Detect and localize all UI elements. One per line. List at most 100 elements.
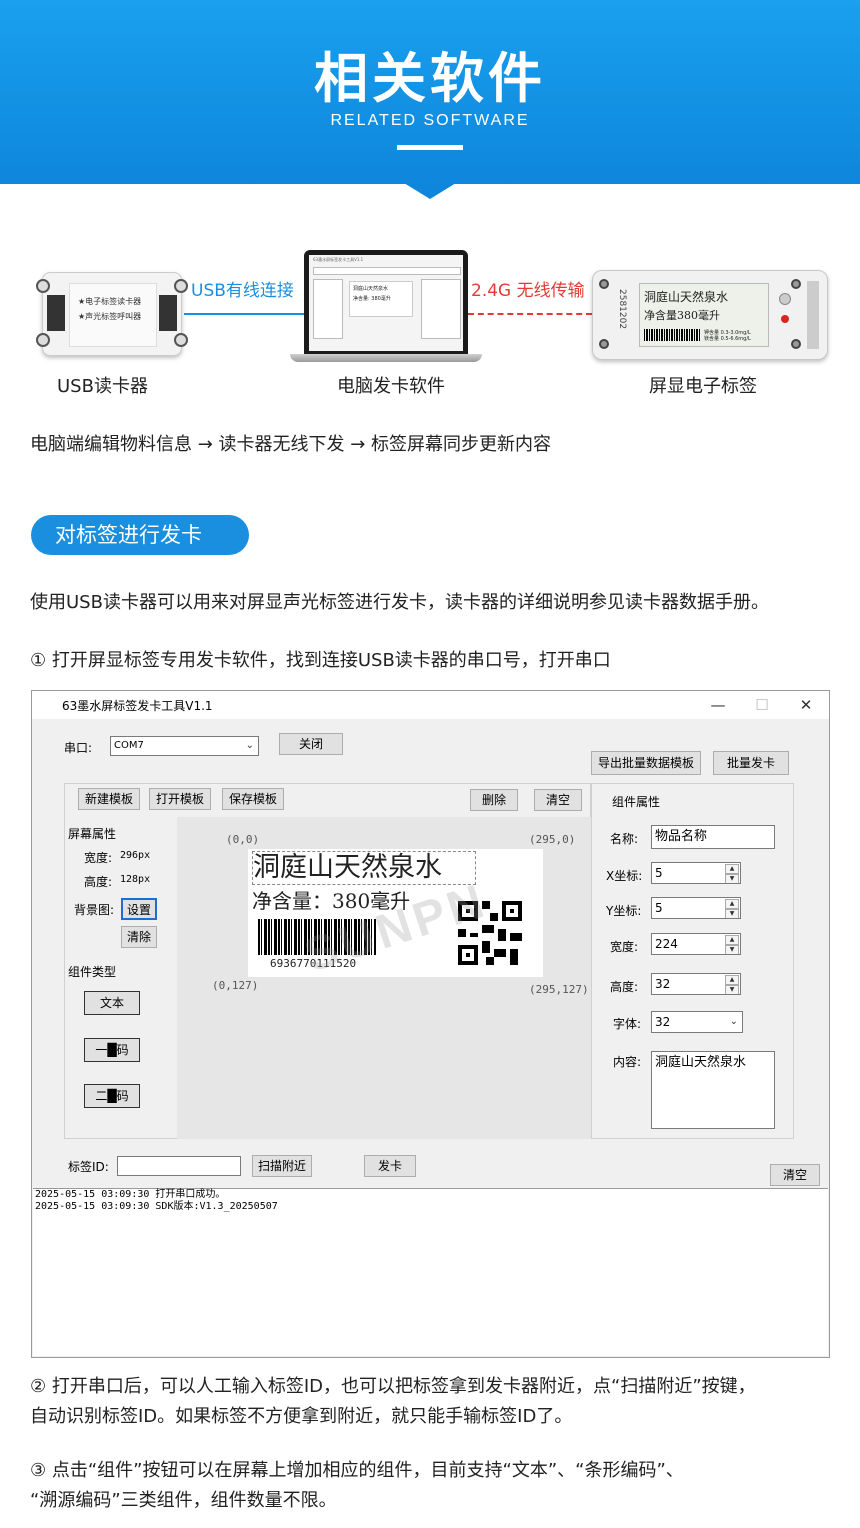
width-value: 224: [655, 937, 678, 951]
coord-bottom-right: (295,127): [529, 983, 589, 996]
serial-port-select[interactable]: COM7 ⌄: [110, 736, 259, 756]
laptop-app-thumbnail: 63墨水屏标签发卡工具V1.1 洞庭山天然泉水 净含量: 380毫升: [309, 255, 463, 351]
font-label: 字体:: [613, 1017, 642, 1031]
component-types-heading: 组件类型: [68, 965, 117, 979]
banner-notch: [404, 183, 456, 199]
y-coord-stepper[interactable]: 5 ▲ ▼: [651, 897, 741, 919]
paragraph-step2-line1: ② 打开串口后，可以人工输入标签ID，也可以把标签拿到发卡器附近，点“扫描附近”…: [30, 1376, 756, 1397]
rf-link-label: 2.4G 无线传输: [471, 281, 585, 301]
height-stepper[interactable]: 32 ▲ ▼: [651, 973, 741, 995]
screw-icon: [599, 339, 609, 349]
tag-screen: 洞庭山天然泉水 净含量380毫升 钾含量 0.3-3.0mg/L 镁含量 0.5…: [639, 283, 769, 347]
new-template-button[interactable]: 新建模板: [78, 788, 140, 810]
usb-link-label: USB有线连接: [191, 281, 294, 301]
screw-icon: [791, 339, 801, 349]
height-value: 32: [655, 977, 671, 991]
tag-led-icon: [781, 315, 789, 323]
screw-icon: [36, 279, 50, 293]
tag-screen-line2: 净含量380毫升: [644, 309, 720, 322]
thumb-card-line: 洞庭山天然泉水: [353, 286, 389, 292]
content-label: 内容:: [613, 1055, 642, 1069]
scan-nearby-button[interactable]: 扫描附近: [252, 1155, 312, 1177]
usb-link-line: [184, 313, 304, 315]
paragraph-step1: ① 打开屏显标签专用发卡软件，找到连接USB读卡器的串口号，打开串口: [30, 650, 611, 671]
clear-canvas-button[interactable]: 清空: [534, 789, 582, 811]
screw-icon: [791, 279, 801, 289]
window-title: 63墨水屏标签发卡工具V1.1: [62, 699, 213, 713]
caption-pc-software: 电脑发卡软件: [337, 376, 445, 397]
thumb-toolbar: [313, 267, 461, 275]
usb-port-icon: [159, 295, 177, 331]
log-line: 2025-05-15 03:09:30 SDK版本:V1.3_20250507: [35, 1201, 278, 1212]
paragraph-intro: 使用USB读卡器可以用来对屏显声光标签进行发卡，读卡器的详细说明参见读卡器数据手…: [30, 592, 769, 613]
tag-mini-text: 钾含量 0.3-3.0mg/L 镁含量 0.5-6.6mg/L: [704, 330, 751, 342]
reader-panel: ★电子标签读卡器 ★声光标签呼叫器: [69, 283, 157, 347]
thumb-label-card: 洞庭山天然泉水 净含量: 380毫升: [349, 281, 413, 317]
screw-icon: [174, 279, 188, 293]
stepper-arrows-icon[interactable]: ▲ ▼: [725, 935, 739, 954]
add-text-button[interactable]: 文本: [84, 991, 140, 1015]
maximize-icon[interactable]: ☐: [742, 694, 782, 716]
batch-issue-button[interactable]: 批量发卡: [713, 751, 789, 775]
minimize-icon[interactable]: —: [698, 694, 738, 716]
delete-button[interactable]: 删除: [470, 789, 518, 811]
font-size-select[interactable]: 32 ⌄: [651, 1011, 743, 1033]
coord-bottom-left: (0,127): [212, 979, 259, 992]
export-template-button[interactable]: 导出批量数据模板: [591, 751, 701, 775]
thumb-card-line: 净含量: 380毫升: [353, 296, 391, 302]
coord-top-right: (295,0): [529, 833, 576, 846]
tag-side-rail: [807, 281, 819, 349]
close-port-button[interactable]: 关闭: [279, 733, 343, 755]
section-pill: 对标签进行发卡: [31, 515, 249, 555]
content-textarea[interactable]: 洞庭山天然泉水: [651, 1051, 775, 1129]
thumb-left-panel: [313, 279, 343, 339]
x-coord-label: X坐标:: [606, 869, 643, 883]
banner-underline: [397, 145, 463, 150]
reader-panel-line: ★声光标签呼叫器: [78, 312, 142, 321]
component-props-heading: 组件属性: [612, 795, 661, 809]
issue-card-button[interactable]: 发卡: [364, 1155, 416, 1177]
width-label: 宽度:: [610, 940, 639, 954]
tag-id-label: 标签ID:: [68, 1160, 109, 1174]
screen-height-label: 高度:: [84, 875, 113, 889]
banner-subtitle: RELATED SOFTWARE: [330, 112, 530, 129]
banner-title: 相关软件: [314, 47, 546, 110]
tag-button-icon: [779, 293, 791, 305]
paragraph-step3-line1: ③ 点击“组件”按钮可以在屏幕上增加相应的组件，目前支持“文本”、“条形编码”、: [30, 1460, 684, 1481]
stepper-arrows-icon[interactable]: ▲ ▼: [725, 864, 739, 883]
tag-barcode: [644, 329, 700, 341]
open-template-button[interactable]: 打开模板: [149, 788, 211, 810]
clear-log-button[interactable]: 清空: [770, 1164, 820, 1186]
font-size-value: 32: [655, 1015, 671, 1029]
name-input[interactable]: 物品名称: [651, 825, 775, 849]
coord-top-left: (0,0): [226, 833, 260, 846]
laptop-app-title: 63墨水屏标签发卡工具V1.1: [313, 257, 364, 262]
add-qrcode-button[interactable]: 二█码: [84, 1084, 140, 1108]
save-template-button[interactable]: 保存模板: [222, 788, 284, 810]
screw-icon: [174, 333, 188, 347]
usb-port-icon: [47, 295, 65, 331]
clear-background-button[interactable]: 清除: [121, 926, 157, 948]
y-coord-value: 5: [655, 901, 663, 915]
log-line: 2025-05-15 03:09:30 打开串口成功。: [35, 1189, 226, 1200]
serial-port-label: 串口:: [64, 741, 93, 755]
e-paper-tag-device: 2581202 洞庭山天然泉水 净含量380毫升 钾含量 0.3-3.0mg/L…: [592, 270, 828, 360]
tag-id-input[interactable]: [117, 1156, 241, 1176]
close-icon[interactable]: ✕: [786, 694, 826, 716]
log-output[interactable]: 2025-05-15 03:09:30 打开串口成功。 2025-05-15 0…: [33, 1188, 828, 1356]
y-coord-label: Y坐标:: [606, 904, 642, 918]
laptop-base: [290, 354, 482, 362]
x-coord-stepper[interactable]: 5 ▲ ▼: [651, 862, 741, 884]
background-image-label: 背景图:: [74, 903, 115, 917]
chevron-down-icon: ⌄: [245, 740, 254, 751]
stepper-arrows-icon[interactable]: ▲ ▼: [725, 899, 739, 918]
tag-screen-line1: 洞庭山天然泉水: [644, 290, 729, 304]
width-stepper[interactable]: 224 ▲ ▼: [651, 933, 741, 955]
name-label: 名称:: [610, 832, 639, 846]
add-barcode-button[interactable]: 一█码: [84, 1038, 140, 1062]
screw-icon: [599, 279, 609, 289]
usb-reader-device: ★电子标签读卡器 ★声光标签呼叫器: [36, 272, 188, 356]
set-background-button[interactable]: 设置: [121, 898, 157, 920]
stepper-arrows-icon[interactable]: ▲ ▼: [725, 975, 739, 994]
preview-text-component[interactable]: 洞庭山天然泉水: [252, 851, 476, 885]
